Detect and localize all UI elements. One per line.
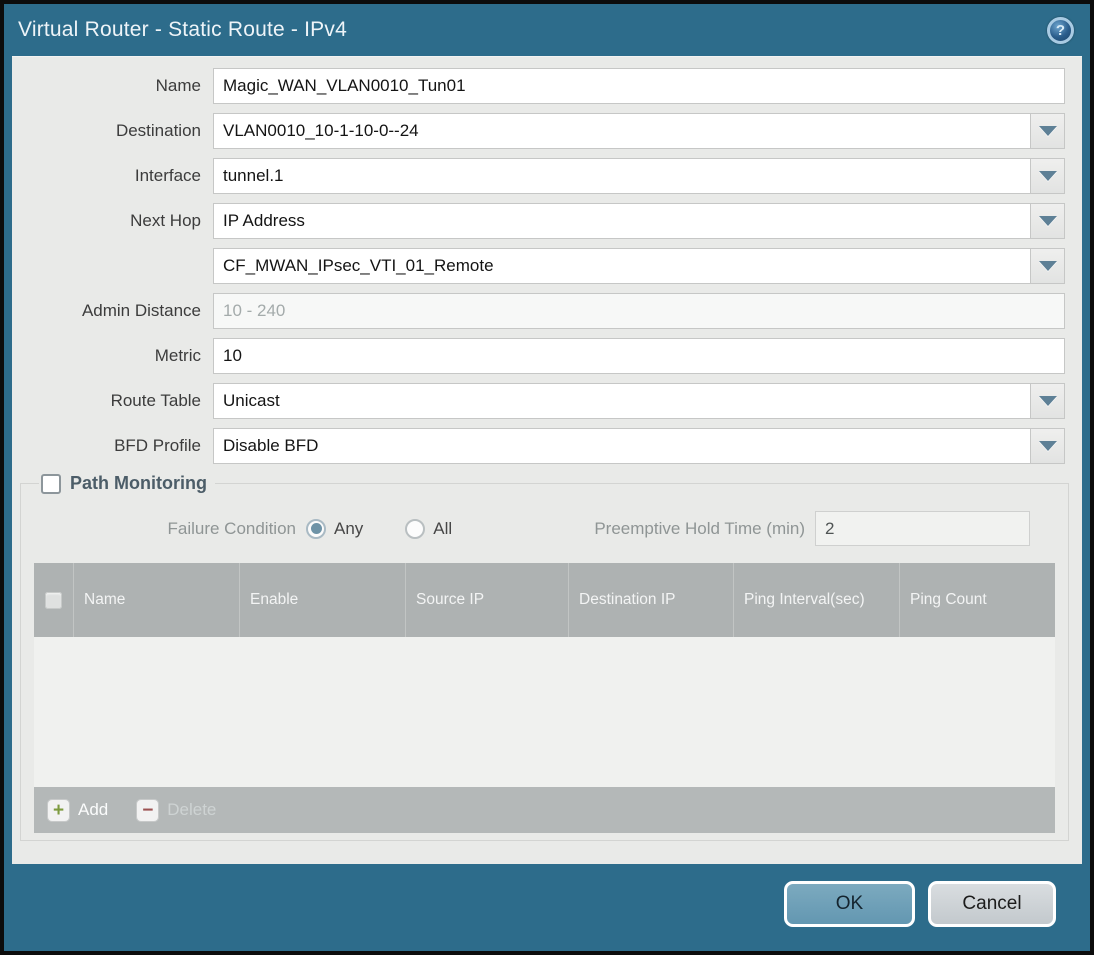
path-monitoring-legend: Path Monitoring: [39, 473, 215, 494]
bfd-profile-input[interactable]: [213, 428, 1031, 464]
table-footer-bar: + Add − Delete: [34, 787, 1055, 833]
path-monitoring-checkbox[interactable]: [41, 473, 61, 494]
dialog-titlebar: Virtual Router - Static Route - IPv4 ?: [4, 4, 1090, 56]
admin-distance-input[interactable]: [213, 293, 1065, 329]
path-monitoring-table: Name Enable Source IP Destination IP Pin…: [34, 563, 1055, 833]
form-row-interface: Interface: [12, 158, 1065, 194]
dialog-content: Name Destination Interface: [12, 56, 1082, 864]
dialog-footer: OK Cancel: [4, 864, 1090, 951]
failure-condition-all-radio[interactable]: [405, 518, 426, 539]
destination-label: Destination: [115, 121, 201, 140]
bfd-profile-label: BFD Profile: [114, 436, 201, 455]
interface-input[interactable]: [213, 158, 1031, 194]
form-row-admin-distance: Admin Distance: [12, 293, 1065, 329]
help-icon[interactable]: ?: [1047, 16, 1074, 44]
chevron-down-icon: [1038, 216, 1057, 226]
failure-condition-any-label: Any: [334, 518, 364, 538]
path-monitoring-section: Path Monitoring Failure Condition Any Al…: [20, 473, 1069, 841]
preemptive-hold-time-label: Preemptive Hold Time (min): [594, 518, 805, 538]
route-table-dropdown-button[interactable]: [1031, 383, 1065, 419]
column-header-enable: Enable: [240, 563, 406, 637]
column-header-ping-interval: Ping Interval(sec): [734, 563, 900, 637]
form-row-bfd-profile: BFD Profile: [12, 428, 1065, 464]
column-header-ping-count: Ping Count: [910, 590, 987, 608]
delete-button-label: Delete: [167, 800, 217, 819]
next-hop-address-dropdown-button[interactable]: [1031, 248, 1065, 284]
column-header-name: Name: [74, 563, 240, 637]
next-hop-address-input[interactable]: [213, 248, 1031, 284]
failure-condition-all-label: All: [433, 518, 453, 538]
metric-input[interactable]: [213, 338, 1065, 374]
interface-dropdown-button[interactable]: [1031, 158, 1065, 194]
column-header-destination-ip: Destination IP: [569, 563, 734, 637]
admin-distance-label: Admin Distance: [81, 301, 201, 320]
cancel-button[interactable]: Cancel: [928, 881, 1056, 927]
dialog-title: Virtual Router - Static Route - IPv4: [18, 18, 347, 41]
select-all-checkbox[interactable]: [45, 591, 62, 609]
metric-label: Metric: [154, 346, 201, 365]
route-table-label: Route Table: [110, 391, 201, 410]
ok-button[interactable]: OK: [784, 881, 915, 927]
minus-icon: −: [136, 798, 160, 822]
add-button-label: Add: [78, 800, 109, 819]
failure-condition-label: Failure Condition: [167, 518, 296, 538]
static-route-dialog: Virtual Router - Static Route - IPv4 ? N…: [4, 4, 1090, 951]
name-input[interactable]: [213, 68, 1065, 104]
chevron-down-icon: [1038, 441, 1057, 451]
static-route-form: Name Destination Interface: [12, 68, 1082, 464]
column-header-source-ip: Source IP: [406, 563, 569, 637]
name-label: Name: [155, 76, 201, 95]
chevron-down-icon: [1038, 261, 1057, 271]
next-hop-type-dropdown-button[interactable]: [1031, 203, 1065, 239]
failure-condition-any-radio[interactable]: [306, 518, 326, 539]
bfd-profile-dropdown-button[interactable]: [1031, 428, 1065, 464]
route-table-input[interactable]: [213, 383, 1031, 419]
form-row-destination: Destination: [12, 113, 1065, 149]
form-row-next-hop: Next Hop: [12, 203, 1065, 239]
table-header-row: Name Enable Source IP Destination IP Pin…: [34, 563, 1055, 637]
destination-dropdown-button[interactable]: [1031, 113, 1065, 149]
chevron-down-icon: [1038, 396, 1057, 406]
plus-icon: +: [47, 798, 70, 822]
destination-input[interactable]: [213, 113, 1031, 149]
failure-condition-row: Failure Condition Any All Preemptive Hol…: [34, 511, 1055, 546]
next-hop-label: Next Hop: [130, 211, 201, 230]
interface-label: Interface: [134, 166, 201, 185]
add-button[interactable]: + Add: [47, 798, 109, 822]
next-hop-type-input[interactable]: [213, 203, 1031, 239]
form-row-next-hop-value: [12, 248, 1065, 284]
chevron-down-icon: [1038, 171, 1057, 181]
form-row-name: Name: [12, 68, 1065, 104]
delete-button[interactable]: − Delete: [136, 798, 217, 822]
chevron-down-icon: [1038, 126, 1057, 136]
preemptive-hold-time-input[interactable]: [815, 511, 1030, 546]
path-monitoring-title: Path Monitoring: [70, 473, 207, 493]
form-row-route-table: Route Table: [12, 383, 1065, 419]
form-row-metric: Metric: [12, 338, 1065, 374]
table-header-checkbox-cell: [34, 563, 74, 637]
table-body-empty: [34, 637, 1055, 787]
